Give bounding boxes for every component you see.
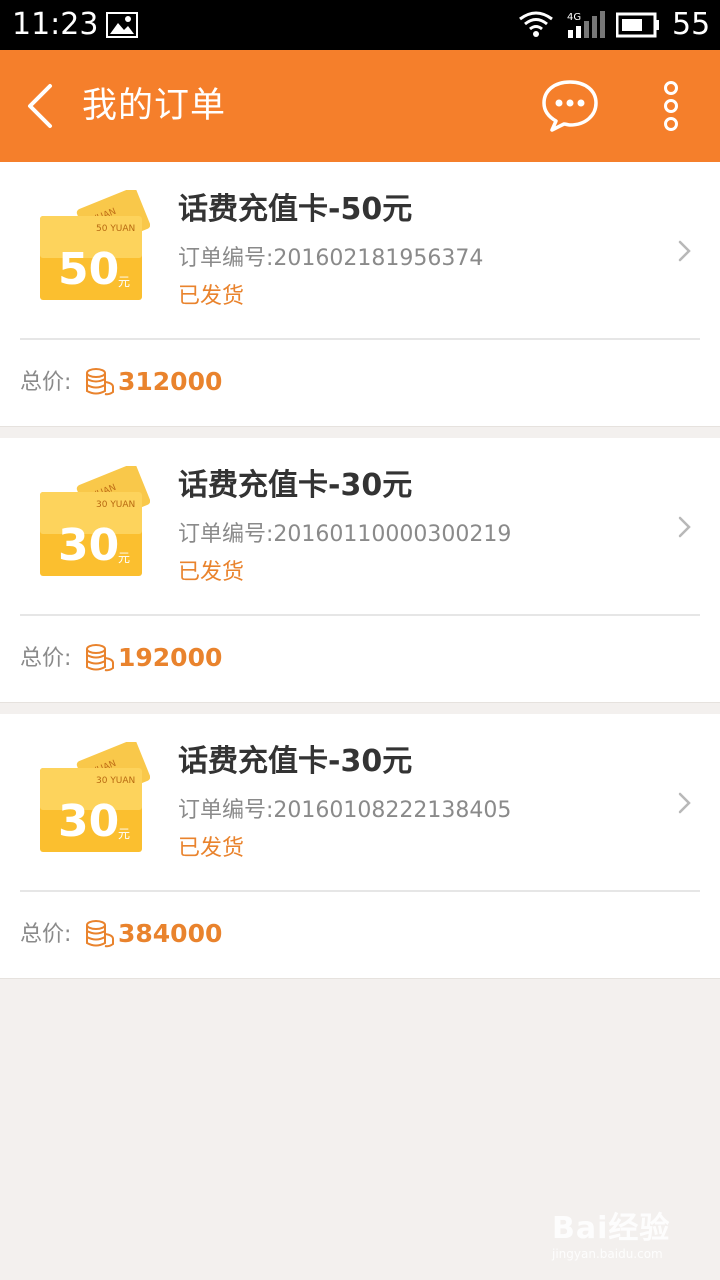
chevron-right-icon (678, 516, 691, 538)
card-unit: 元 (118, 551, 130, 565)
back-button[interactable] (22, 80, 62, 132)
coin-stack-icon (86, 368, 114, 396)
order-item[interactable]: YUAN 50 YUAN 50 元 话费充值卡-50元 订单编号:2016021… (0, 162, 720, 338)
more-vertical-icon (664, 81, 678, 131)
chevron-left-icon (28, 84, 52, 128)
order-number: 订单编号:20160108222138405 (178, 798, 512, 823)
price-label: 总价: (20, 370, 72, 395)
card-caption: 50 YUAN (96, 224, 135, 234)
order-card: YUAN 50 YUAN 50 元 话费充值卡-50元 订单编号:2016021… (0, 162, 720, 427)
chat-button[interactable] (540, 78, 600, 134)
app-bar: 我的订单 (0, 50, 720, 162)
price-label: 总价: (20, 922, 72, 947)
price-value: 312000 (118, 367, 223, 396)
chevron-right-icon (678, 792, 691, 814)
network-type: 4G (567, 12, 581, 23)
product-name: 话费充值卡-50元 (178, 192, 413, 227)
order-status: 已发货 (178, 836, 245, 861)
price-value: 192000 (118, 643, 223, 672)
card-value: 30 (58, 796, 119, 847)
recharge-card-thumbnail: YUAN 30 YUAN 30 元 (38, 739, 151, 854)
product-name: 话费充值卡-30元 (178, 468, 413, 503)
order-item[interactable]: YUAN 30 YUAN 30 元 话费充值卡-30元 订单编号:2016011… (0, 438, 720, 614)
battery-icon (615, 12, 660, 42)
chevron-right-icon (678, 240, 691, 262)
wifi-icon (518, 10, 554, 42)
coin-stack-icon (86, 644, 114, 672)
card-caption: 30 YUAN (96, 500, 135, 510)
order-card: YUAN 30 YUAN 30 元 话费充值卡-30元 订单编号:2016010… (0, 714, 720, 979)
divider (20, 338, 700, 340)
price-label: 总价: (20, 646, 72, 671)
chat-bubble-icon (542, 80, 598, 132)
more-options-button[interactable] (656, 78, 686, 134)
battery-level: 55 (672, 7, 711, 42)
card-value: 50 (58, 244, 119, 295)
divider (20, 614, 700, 616)
divider (20, 890, 700, 892)
card-unit: 元 (118, 827, 130, 841)
coin-stack-icon (86, 920, 114, 948)
product-name: 话费充值卡-30元 (178, 744, 413, 779)
watermark-url: jingyan.baidu.com (552, 1247, 663, 1261)
card-caption: 30 YUAN (96, 776, 135, 786)
order-card: YUAN 30 YUAN 30 元 话费充值卡-30元 订单编号:2016011… (0, 438, 720, 703)
order-number: 订单编号:20160110000300219 (178, 522, 512, 547)
card-unit: 元 (118, 275, 130, 289)
baidu-jingyan-watermark: Bai经验 jingyan.baidu.com (552, 1212, 670, 1262)
order-status: 已发货 (178, 560, 245, 585)
recharge-card-thumbnail: YUAN 50 YUAN 50 元 (38, 187, 151, 302)
order-number: 订单编号:201602181956374 (178, 246, 484, 271)
order-item[interactable]: YUAN 30 YUAN 30 元 话费充值卡-30元 订单编号:2016010… (0, 714, 720, 890)
price-value: 384000 (118, 919, 223, 948)
signal-icon: 4G (566, 10, 606, 44)
status-bar: 11:23 4G 55 (0, 0, 720, 50)
order-status: 已发货 (178, 284, 245, 309)
image-notification-icon (106, 12, 138, 42)
recharge-card-thumbnail: YUAN 30 YUAN 30 元 (38, 463, 151, 578)
page-title: 我的订单 (82, 86, 227, 126)
status-time: 11:23 (12, 7, 99, 42)
watermark-brand: Bai经验 (552, 1211, 671, 1246)
card-value: 30 (58, 520, 119, 571)
